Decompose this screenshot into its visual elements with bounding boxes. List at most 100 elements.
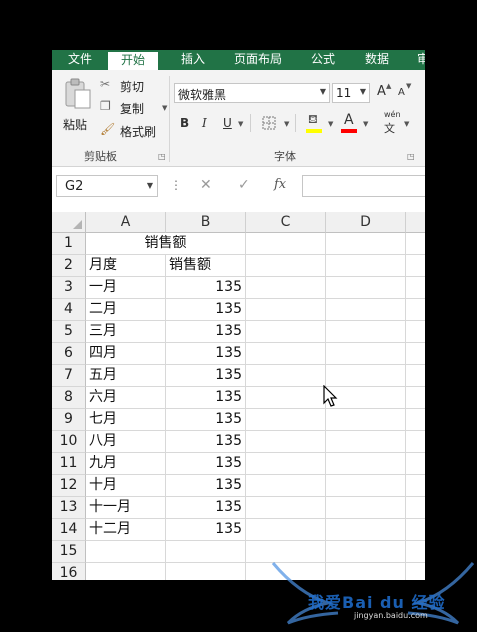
font-name-select[interactable]: 微软雅黑 ▼ [174, 83, 330, 103]
name-box[interactable]: G2 ▼ [56, 175, 158, 197]
row-header[interactable]: 6 [52, 343, 86, 365]
empty-cell[interactable] [406, 497, 425, 519]
empty-cell[interactable] [326, 431, 406, 453]
empty-cell[interactable] [166, 563, 246, 580]
month-cell[interactable]: 四月 [86, 343, 166, 365]
row-header[interactable]: 3 [52, 277, 86, 299]
sales-cell[interactable]: 135 [166, 387, 246, 409]
border-icon[interactable] [262, 116, 276, 130]
phonetic-dropdown-icon[interactable]: ▼ [404, 120, 409, 128]
bold-button[interactable]: B [180, 116, 189, 130]
row-header[interactable]: 12 [52, 475, 86, 497]
empty-cell[interactable] [326, 519, 406, 541]
column-header-b[interactable]: B [166, 212, 246, 233]
header-cell[interactable]: 月度 [86, 255, 166, 277]
empty-cell[interactable] [326, 409, 406, 431]
font-launcher-icon[interactable]: ◳ [407, 152, 415, 161]
cancel-icon[interactable]: ✕ [200, 177, 212, 193]
empty-cell[interactable] [246, 453, 326, 475]
row-header[interactable]: 11 [52, 453, 86, 475]
month-cell[interactable]: 十一月 [86, 497, 166, 519]
empty-cell[interactable] [86, 541, 166, 563]
tab-review[interactable]: 审 [408, 50, 425, 70]
underline-dropdown-icon[interactable]: ▼ [238, 120, 243, 128]
cut-button[interactable]: ✂ 剪切 [100, 76, 160, 96]
column-header-d[interactable]: D [326, 212, 406, 233]
empty-cell[interactable] [246, 431, 326, 453]
month-cell[interactable]: 十月 [86, 475, 166, 497]
sales-cell[interactable]: 135 [166, 497, 246, 519]
tab-formulas[interactable]: 公式 [300, 50, 346, 70]
shrink-font-button[interactable]: A [398, 87, 405, 98]
empty-cell[interactable] [326, 277, 406, 299]
row-header[interactable]: 1 [52, 233, 86, 255]
row-header[interactable]: 16 [52, 563, 86, 580]
empty-cell[interactable] [246, 365, 326, 387]
header-cell[interactable]: 销售额 [166, 255, 246, 277]
column-header-a[interactable]: A [86, 212, 166, 233]
row-header[interactable]: 8 [52, 387, 86, 409]
empty-cell[interactable] [326, 365, 406, 387]
empty-cell[interactable] [326, 343, 406, 365]
empty-cell[interactable] [326, 475, 406, 497]
month-cell[interactable]: 三月 [86, 321, 166, 343]
tab-file[interactable]: 文件 [52, 50, 108, 70]
sales-cell[interactable]: 135 [166, 365, 246, 387]
empty-cell[interactable] [246, 475, 326, 497]
title-cell[interactable]: 销售额 [86, 233, 246, 255]
empty-cell[interactable] [246, 299, 326, 321]
enter-icon[interactable]: ✓ [238, 177, 250, 193]
sales-cell[interactable]: 135 [166, 431, 246, 453]
sales-cell[interactable]: 135 [166, 299, 246, 321]
empty-cell[interactable] [406, 365, 425, 387]
empty-cell[interactable] [86, 563, 166, 580]
empty-cell[interactable] [326, 321, 406, 343]
row-header[interactable]: 13 [52, 497, 86, 519]
border-dropdown-icon[interactable]: ▼ [284, 120, 289, 128]
fill-dropdown-icon[interactable]: ▼ [328, 120, 333, 128]
empty-cell[interactable] [326, 233, 406, 255]
row-header[interactable]: 10 [52, 431, 86, 453]
empty-cell[interactable] [246, 321, 326, 343]
empty-cell[interactable] [246, 233, 326, 255]
empty-cell[interactable] [406, 299, 425, 321]
format-painter-button[interactable]: 🖌 格式刷 [100, 121, 160, 141]
month-cell[interactable]: 十二月 [86, 519, 166, 541]
column-header-c[interactable]: C [246, 212, 326, 233]
column-header-e[interactable] [406, 212, 425, 233]
empty-cell[interactable] [326, 255, 406, 277]
fill-color-button[interactable]: ⛾ [306, 112, 324, 134]
copy-button[interactable]: ❐ 复制 ▼ [100, 98, 170, 118]
month-cell[interactable]: 一月 [86, 277, 166, 299]
empty-cell[interactable] [406, 519, 425, 541]
empty-cell[interactable] [246, 519, 326, 541]
italic-button[interactable]: I [202, 116, 207, 130]
sales-cell[interactable]: 135 [166, 453, 246, 475]
insert-function-button[interactable]: fx [274, 177, 286, 192]
empty-cell[interactable] [246, 409, 326, 431]
empty-cell[interactable] [406, 233, 425, 255]
tab-home[interactable]: 开始 [108, 50, 158, 72]
paste-button[interactable]: 粘贴 [60, 76, 96, 136]
copy-dropdown-icon[interactable]: ▼ [162, 104, 167, 112]
empty-cell[interactable] [406, 431, 425, 453]
empty-cell[interactable] [406, 453, 425, 475]
sales-cell[interactable]: 135 [166, 343, 246, 365]
sales-cell[interactable]: 135 [166, 475, 246, 497]
empty-cell[interactable] [406, 255, 425, 277]
tab-data[interactable]: 数据 [354, 50, 400, 70]
more-icon[interactable]: ⋮ [170, 178, 182, 192]
month-cell[interactable]: 七月 [86, 409, 166, 431]
month-cell[interactable]: 九月 [86, 453, 166, 475]
empty-cell[interactable] [326, 299, 406, 321]
month-cell[interactable]: 六月 [86, 387, 166, 409]
empty-cell[interactable] [246, 387, 326, 409]
row-header[interactable]: 14 [52, 519, 86, 541]
row-header[interactable]: 4 [52, 299, 86, 321]
empty-cell[interactable] [166, 541, 246, 563]
row-header[interactable]: 5 [52, 321, 86, 343]
formula-input[interactable] [302, 175, 425, 197]
clipboard-launcher-icon[interactable]: ◳ [158, 152, 166, 161]
row-header[interactable]: 15 [52, 541, 86, 563]
sales-cell[interactable]: 135 [166, 409, 246, 431]
